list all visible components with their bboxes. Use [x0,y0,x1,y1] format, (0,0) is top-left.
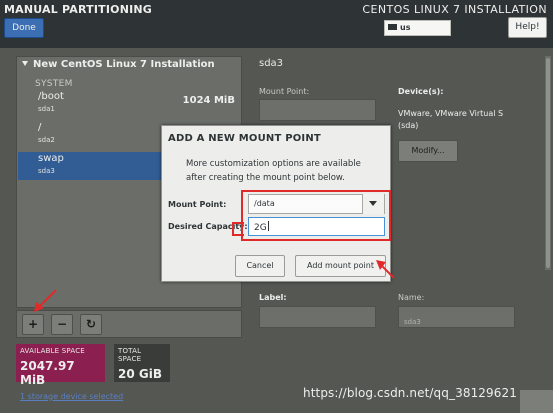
reset-button-fragment[interactable] [520,390,553,413]
help-button[interactable]: Help! [508,17,547,38]
remove-mount-point-button[interactable]: − [51,314,73,335]
installation-header-label: New CentOS Linux 7 Installation [33,59,215,70]
details-scrollbar[interactable] [545,56,551,270]
mount-name: /boot [38,91,64,102]
mount-point-label: Mount Point: [168,200,227,209]
mount-name: / [38,122,42,133]
annotation-arrow-add-icon [34,289,57,312]
name-field-label: Name: [398,293,425,302]
modify-button[interactable]: Modify... [398,140,458,162]
cancel-button[interactable]: Cancel [235,255,285,277]
total-space-badge: TOTAL SPACE 20 GiB [114,344,170,382]
total-space-value: 20 GiB [118,367,162,381]
mount-device: sda2 [38,136,55,144]
header-bar: MANUAL PARTITIONING CENTOS LINUX 7 INSTA… [0,0,553,48]
devices-label: Device(s): [398,87,444,96]
mount-point-field-label: Mount Point: [259,87,310,96]
refresh-button[interactable]: ↻ [80,314,102,335]
annotation-highlight-box [241,190,391,241]
keyboard-layout-indicator[interactable]: us [384,20,451,36]
available-space-label: AVAILABLE SPACE [20,347,85,355]
installation-header[interactable]: New CentOS Linux 7 Installation [19,59,215,70]
annotation-arrow-confirm-icon [376,260,395,279]
product-title: CENTOS LINUX 7 INSTALLATION [362,3,547,16]
system-group-label: SYSTEM [35,79,73,89]
keyboard-icon [388,24,397,30]
add-mount-point-dialog: ADD A NEW MOUNT POINT More customization… [161,125,391,282]
name-field-value: sda3 [404,318,421,326]
storage-devices-link[interactable]: 1 storage device selected [20,392,123,401]
mount-device: sda3 [38,167,55,175]
mount-point-field[interactable] [259,99,376,121]
keyboard-layout-label: us [400,23,411,32]
add-mount-point-button[interactable]: + [22,314,44,335]
scrollbar-thumb[interactable] [546,58,550,268]
dialog-title: ADD A NEW MOUNT POINT [168,133,321,144]
mount-device: sda1 [38,105,55,113]
label-field-label: Label: [259,293,287,302]
done-button[interactable]: Done [4,18,44,38]
devices-value: VMware, VMware Virtual S (sda) [398,109,504,130]
total-space-label: TOTAL SPACE [118,347,142,363]
available-space-value: 2047.97 MiB [20,359,75,387]
partition-detail-title: sda3 [259,58,284,69]
expander-triangle-icon [22,61,28,66]
watermark: https://blog.csdn.net/qq_38129621 [303,386,517,400]
page-title: MANUAL PARTITIONING [4,3,153,16]
mount-size: 1024 MiB [182,95,235,106]
label-field[interactable] [259,306,376,328]
mount-name: swap [38,153,64,164]
list-item[interactable]: /boot sda1 1024 MiB [18,90,242,118]
dialog-description: More customization options are available… [186,159,361,183]
available-space-badge: AVAILABLE SPACE 2047.97 MiB [16,344,105,387]
annotation-bracket [232,222,244,236]
